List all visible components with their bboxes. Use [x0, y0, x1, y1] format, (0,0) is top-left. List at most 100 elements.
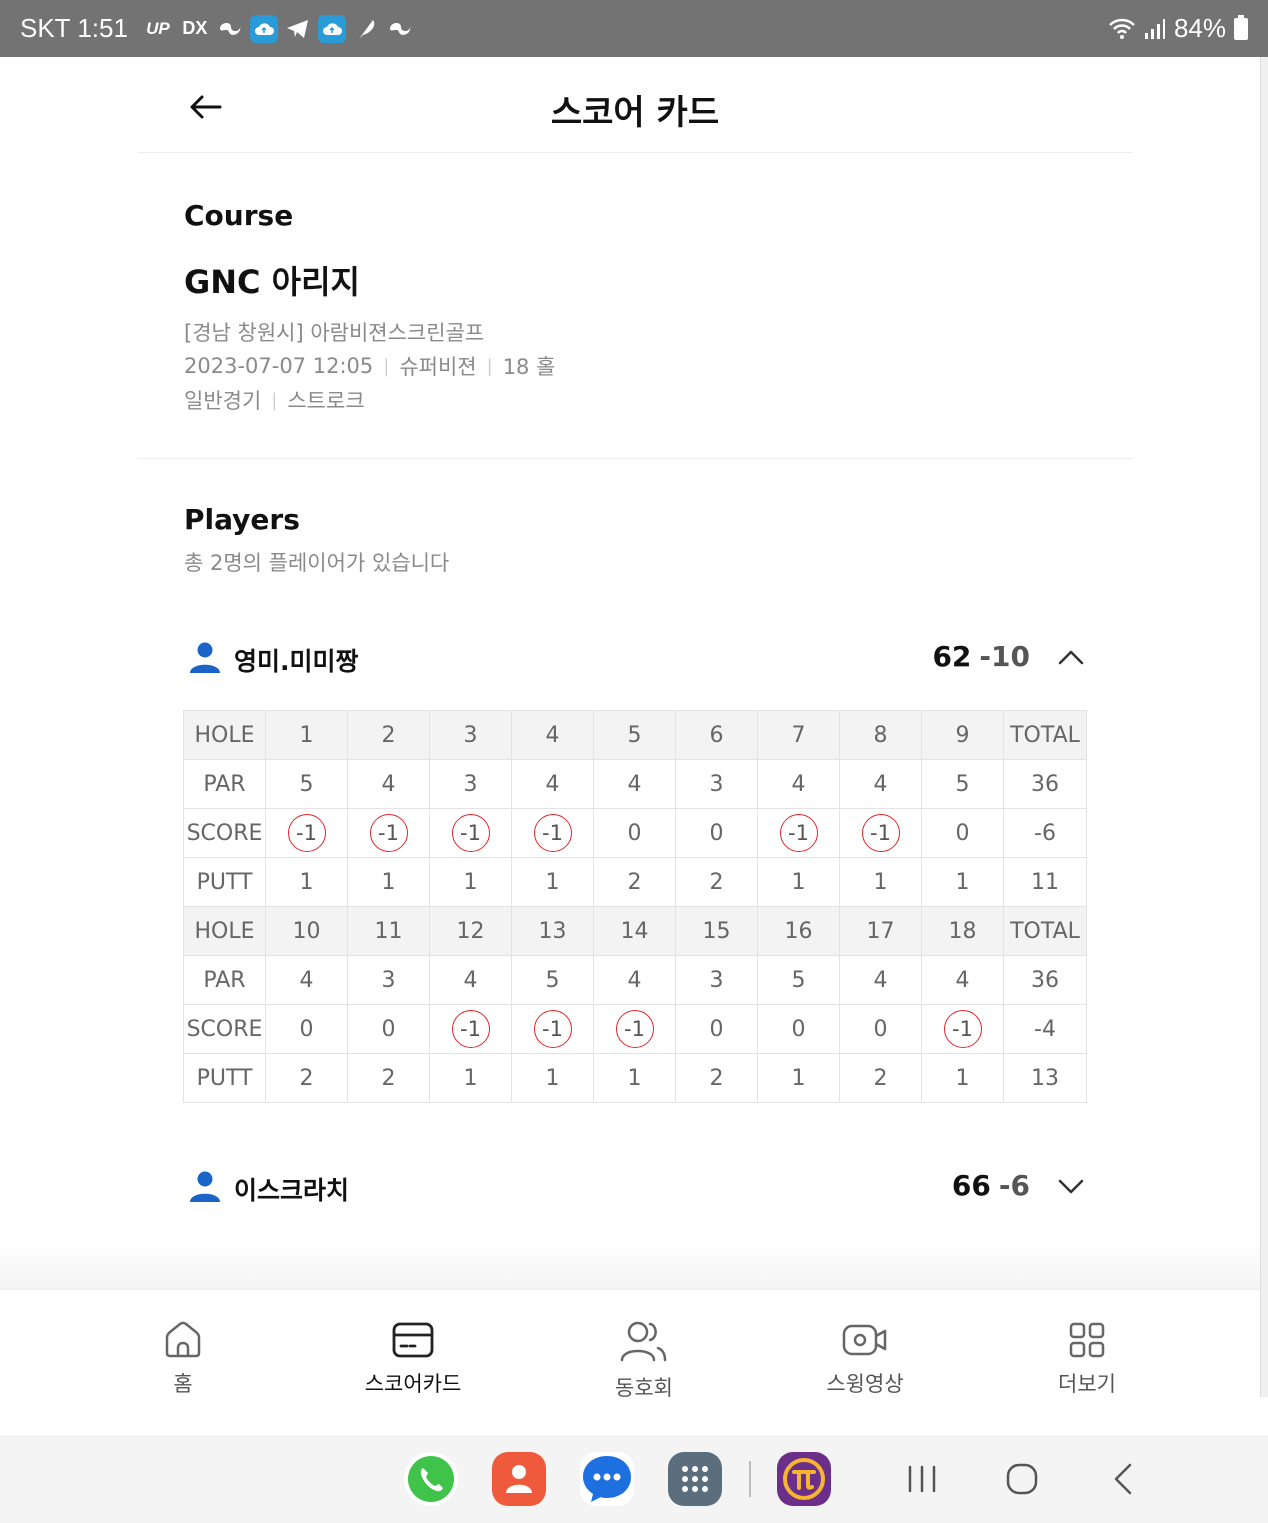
putt-cell: 1: [429, 1053, 512, 1103]
divider: |: [486, 355, 493, 377]
hole-count: 18 홀: [502, 355, 556, 379]
row-label: SCORE: [183, 808, 266, 858]
putt-cell: 2: [839, 1053, 922, 1103]
putt-cell: 1: [511, 1053, 594, 1103]
putt-cell: 1: [921, 857, 1004, 907]
par-cell: 4: [839, 955, 922, 1005]
nav-club[interactable]: 동호회: [574, 1320, 714, 1402]
hole-cell: 15: [675, 906, 758, 956]
scorecard-icon: [392, 1322, 434, 1358]
hole-cell: 12: [429, 906, 512, 956]
putt-cell: 1: [757, 1053, 840, 1103]
score-cell: 0: [675, 808, 758, 858]
player-row[interactable]: 이스크라치 66 -6: [184, 1161, 1088, 1211]
scorecard-putt-row: PUTT 2 2 1 1 1 2 1 2 1 13: [183, 1053, 1087, 1103]
par-cell: 3: [675, 955, 758, 1005]
par-cell: 4: [921, 955, 1004, 1005]
nav-home[interactable]: 홈: [113, 1320, 253, 1398]
putt-cell: 2: [675, 1053, 758, 1103]
player-score: 66 -6: [952, 1169, 1030, 1202]
hole-cell: 8: [839, 710, 922, 760]
score-cell: -1: [429, 1004, 512, 1054]
birdie-circle: -1: [615, 1010, 654, 1048]
notification-icons: UP DX: [142, 14, 414, 43]
row-label: PUTT: [183, 857, 266, 907]
hole-total: TOTAL: [1003, 906, 1087, 956]
nav-label: 스코어카드: [364, 1372, 462, 1396]
bottom-nav: 홈 스코어카드 동호회 스윙영상 더보기: [0, 1289, 1260, 1435]
divider: |: [271, 389, 278, 411]
nav-label: 동호회: [615, 1376, 673, 1400]
nav-more[interactable]: 더보기: [1017, 1320, 1157, 1398]
telegram-icon: [284, 15, 312, 43]
putt-total: 13: [1003, 1053, 1087, 1103]
row-label: PUTT: [183, 1053, 266, 1103]
more-icon: [1069, 1322, 1105, 1358]
system-nav-bar: [0, 1435, 1268, 1523]
messages-app-icon[interactable]: [580, 1452, 634, 1506]
apps-grid-icon[interactable]: [668, 1452, 722, 1506]
person-icon: [190, 642, 220, 673]
row-label: PAR: [183, 955, 266, 1005]
par-cell: 4: [593, 759, 676, 809]
player-row[interactable]: 영미.미미짱 62 -10: [184, 632, 1088, 682]
hole-cell: 3: [429, 710, 512, 760]
content-fade: [0, 1240, 1260, 1290]
birdie-circle: -1: [287, 814, 326, 852]
nav-label: 홈: [173, 1372, 193, 1396]
wave-icon: [386, 15, 414, 43]
recent-apps-icon[interactable]: [902, 1459, 942, 1499]
divider: |: [383, 355, 390, 377]
nav-label: 더보기: [1058, 1372, 1116, 1396]
putt-cell: 1: [265, 857, 348, 907]
person-icon: [190, 1171, 220, 1202]
game-type: 일반경기: [184, 389, 262, 413]
cloud-upload-icon: [317, 14, 346, 43]
par-total: 36: [1003, 759, 1087, 809]
scorecard-hole-row: HOLE 1 2 3 4 5 6 7 8 9 TOTAL: [183, 710, 1087, 760]
chevron-down-icon[interactable]: [1054, 1169, 1088, 1203]
par-total: 36: [1003, 955, 1087, 1005]
score-cell: 0: [757, 1004, 840, 1054]
par-cell: 4: [265, 955, 348, 1005]
player-name: 영미.미미짱: [234, 647, 359, 676]
hole-cell: 13: [511, 906, 594, 956]
battery-icon: [1234, 14, 1248, 40]
course-info-line: 2023-07-07 12:05 | 슈퍼비젼 | 18 홀: [184, 351, 555, 381]
pi-app-icon[interactable]: [777, 1452, 831, 1506]
hole-cell: 10: [265, 906, 348, 956]
total-strokes: 66: [951, 1169, 991, 1202]
player-score: 62 -10: [932, 640, 1030, 673]
score-cell: -1: [265, 808, 348, 858]
back-button-icon[interactable]: [1104, 1459, 1144, 1499]
nav-swing-video[interactable]: 스윙영상: [795, 1320, 935, 1398]
par-cell: 3: [429, 759, 512, 809]
scorecard-par-row: PAR 5 4 3 4 4 3 4 4 5 36: [183, 759, 1087, 809]
hole-cell: 16: [757, 906, 840, 956]
score-cell: -1: [347, 808, 430, 858]
par-cell: 4: [429, 955, 512, 1005]
par-cell: 5: [511, 955, 594, 1005]
player-name: 이스크라치: [234, 1176, 350, 1205]
system-name: 슈퍼비젼: [399, 355, 477, 379]
phone-app-icon[interactable]: [404, 1452, 458, 1506]
hole-cell: 17: [839, 906, 922, 956]
home-button-icon[interactable]: [1002, 1459, 1042, 1499]
birdie-circle: -1: [451, 1010, 490, 1048]
score-total: -6: [1003, 808, 1087, 858]
putt-cell: 1: [921, 1053, 1004, 1103]
scorecard-table: HOLE 1 2 3 4 5 6 7 8 9 TOTAL PAR 5 4 3 4 4 3 4 4 5 36 SCORE -1-…: [183, 710, 1087, 1103]
up-icon: UP: [146, 18, 170, 38]
birdie-circle: -1: [369, 814, 408, 852]
status-bar: SKT 1:51 UP DX 84%: [0, 0, 1268, 57]
contacts-app-icon[interactable]: [492, 1452, 546, 1506]
status-right: 84%: [1108, 0, 1248, 57]
score-cell: -1: [511, 808, 594, 858]
hole-total: TOTAL: [1003, 710, 1087, 760]
nav-label: 스윙영상: [826, 1372, 904, 1396]
par-cell: 5: [921, 759, 1004, 809]
row-label: SCORE: [183, 1004, 266, 1054]
nav-scorecard[interactable]: 스코어카드: [343, 1320, 483, 1398]
chevron-up-icon[interactable]: [1054, 640, 1088, 674]
wave-icon: [216, 15, 244, 43]
